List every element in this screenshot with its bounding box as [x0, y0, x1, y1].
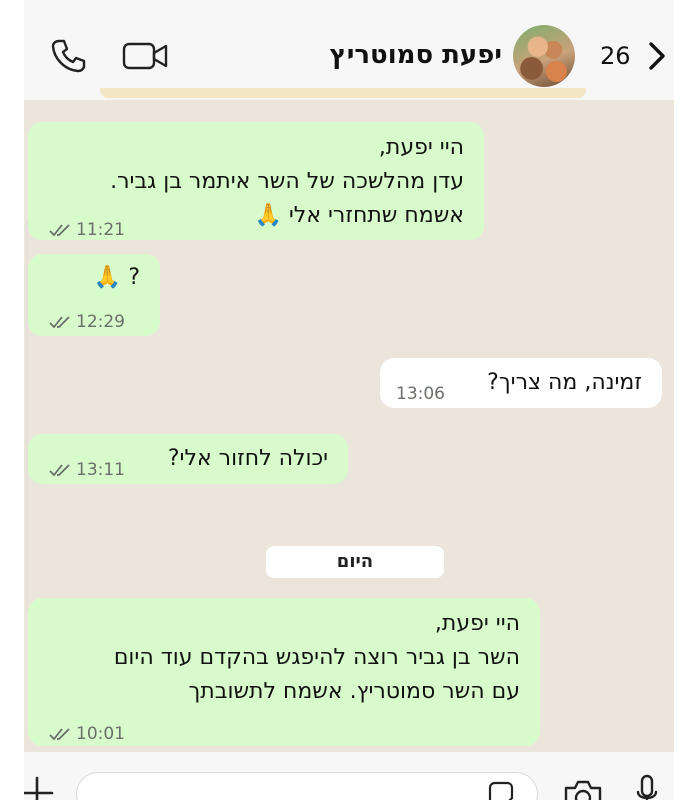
message-time: 11:21 — [76, 220, 125, 240]
header-accent — [100, 88, 586, 98]
message-line: עדן מהלשכה של השר איתמר בן גביר. — [110, 169, 464, 194]
date-divider: היום — [266, 546, 444, 578]
message-time: 13:11 — [76, 460, 125, 480]
pray-emoji: 🙏 — [254, 203, 282, 228]
chat-window: יפעת סמוטריץ 26 היי יפעת, עדן מהלשכה של … — [0, 0, 688, 800]
message-bubble-outgoing[interactable]: זמינה, מה צריך? 13:06 — [380, 358, 662, 408]
pray-emoji: 🙏 — [93, 265, 122, 290]
avatar[interactable] — [513, 25, 575, 87]
message-time: 12:29 — [76, 312, 125, 332]
message-meta: 13:06 — [396, 378, 445, 410]
message-line-with-emoji: אשמח שתחזרי אלי 🙏 — [254, 200, 464, 232]
sticker-icon[interactable] — [486, 780, 516, 800]
message-bubble-incoming[interactable]: יכולה לחזור אלי? 13:11 — [28, 434, 348, 484]
read-ticks-icon — [49, 316, 70, 329]
message-bubble-incoming[interactable]: ? 🙏 12:29 — [28, 254, 160, 336]
message-time: 10:01 — [76, 724, 125, 744]
plus-icon[interactable] — [20, 776, 54, 800]
composer-bar — [0, 752, 688, 800]
message-line: עם השר סמוטריץ. אשמח לתשובתך — [188, 679, 520, 704]
message-time: 13:06 — [396, 384, 445, 404]
message-line: ? — [128, 265, 140, 290]
message-list[interactable]: היי יפעת, עדן מהלשכה של השר איתמר בן גבי… — [24, 100, 674, 750]
message-line: היי יפעת, — [434, 611, 520, 636]
unread-count[interactable]: 26 — [600, 42, 631, 70]
message-line: השר בן גביר רוצה להיפגש בהקדם עוד היום — [113, 645, 520, 670]
message-line: יכולה לחזור אלי? — [167, 446, 328, 471]
read-ticks-icon — [49, 728, 70, 741]
video-icon[interactable] — [122, 40, 168, 72]
message-line-with-emoji: ? 🙏 — [94, 262, 140, 294]
message-line: זמינה, מה צריך? — [487, 370, 642, 395]
message-line: אשמח שתחזרי אלי — [288, 203, 464, 228]
phone-icon[interactable] — [50, 38, 86, 74]
message-meta: 12:29 — [48, 306, 125, 338]
contact-name[interactable]: יפעת סמוטריץ — [330, 40, 502, 70]
message-line: היי יפעת, — [378, 135, 464, 160]
message-input[interactable] — [76, 772, 538, 800]
read-ticks-icon — [49, 224, 70, 237]
message-bubble-incoming[interactable]: היי יפעת, השר בן גביר רוצה להיפגש בהקדם … — [28, 598, 540, 746]
message-bubble-incoming[interactable]: היי יפעת, עדן מהלשכה של השר איתמר בן גבי… — [28, 122, 484, 240]
message-meta: 10:01 — [48, 718, 125, 750]
left-margin — [0, 0, 24, 800]
back-icon[interactable] — [646, 40, 668, 72]
camera-icon[interactable] — [562, 778, 604, 800]
chat-header: יפעת סמוטריץ 26 — [0, 0, 688, 100]
right-margin — [674, 0, 688, 800]
mic-icon[interactable] — [636, 774, 658, 800]
message-meta: 11:21 — [48, 214, 125, 246]
read-ticks-icon — [49, 464, 70, 477]
message-meta: 13:11 — [48, 454, 125, 486]
